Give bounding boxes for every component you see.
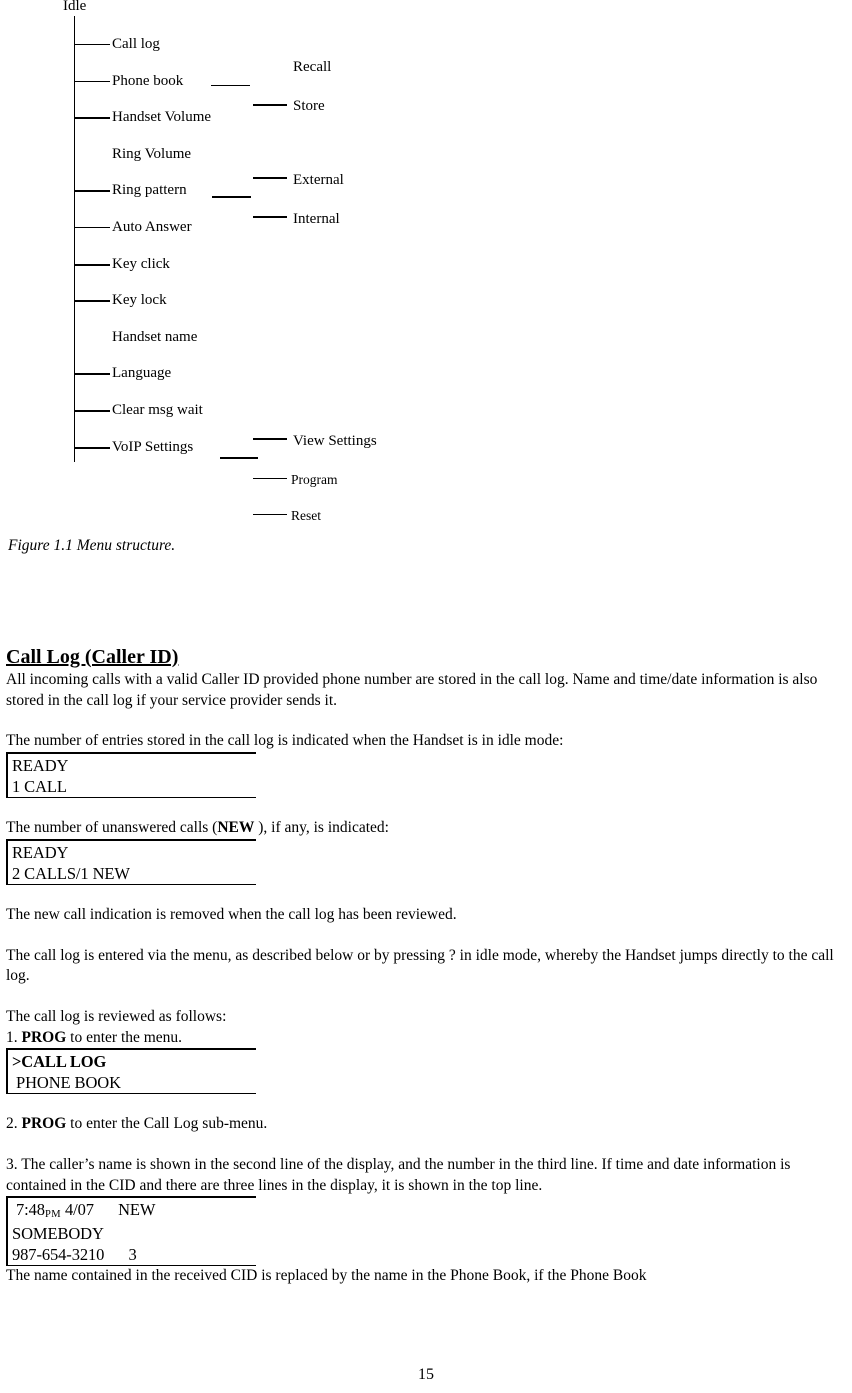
tree-branch-connector — [75, 227, 110, 228]
tree-subitem-reset: Reset — [291, 508, 321, 523]
tree-root-label: Idle — [63, 0, 87, 14]
tree-branch-connector — [75, 410, 110, 412]
cid-number: 987-654-3210 — [12, 1245, 105, 1265]
tree-subbranch-connector — [253, 104, 287, 106]
tree-subbranch-connector — [253, 514, 287, 515]
lcd-line-2: 1 CALL — [12, 777, 67, 797]
lcd-line-1: READY — [12, 842, 69, 862]
cid-index: 3 — [128, 1245, 137, 1265]
tree-subitem-program: Program — [291, 472, 338, 487]
unanswered-lead-text: The number of unanswered calls (NEW ), i… — [6, 818, 852, 839]
new-keyword: NEW — [217, 819, 255, 837]
tree-item-key-lock: Key lock — [112, 292, 167, 309]
entries-lead-text: The number of entries stored in the call… — [6, 732, 564, 750]
tree-subbranch-connector — [253, 216, 287, 218]
step-2-text: 2. PROG to enter the Call Log sub-menu. — [6, 1114, 852, 1135]
tree-item-key-click: Key click — [112, 255, 170, 272]
tree-subbranch-connector — [253, 438, 287, 440]
tree-branch-connector — [75, 300, 110, 303]
closing-paragraph: The name contained in the received CID i… — [6, 1267, 647, 1285]
lcd-line-2: PHONE BOOK — [12, 1073, 121, 1093]
article-body: Call Log (Caller ID) All incoming calls … — [6, 646, 852, 1287]
tree-branch-connector — [75, 117, 110, 120]
step-2-rest: to enter the Call Log sub-menu. — [66, 1115, 268, 1133]
cid-ampm: PM — [44, 1209, 61, 1221]
tree-parent-stub-ring-pattern — [212, 196, 251, 198]
unanswered-lead-b: ), if any, is indicated: — [254, 819, 389, 837]
tree-item-phone-book: Phone book — [112, 72, 184, 89]
tree-item-ring-pattern: Ring pattern — [112, 182, 187, 199]
lcd-display-menu: >CALL LOG PHONE BOOK — [6, 1048, 256, 1095]
tree-subbranch-connector — [253, 478, 287, 479]
lcd-line-1: >CALL LOG — [12, 1052, 107, 1072]
tree-branch-connector — [75, 44, 110, 45]
tree-item-clear-msg-wait: Clear msg wait — [112, 402, 203, 418]
lcd-display-entries: READY 1 CALL — [6, 752, 256, 799]
prog-keyword: PROG — [21, 1028, 67, 1046]
lcd-display-cid: 7:48PM 4/07 NEW SOMEBODY 987-654-3210 3 — [6, 1196, 256, 1267]
entered-via-menu-text: The call log is entered via the menu, as… — [6, 946, 834, 985]
tree-item-handset-name: Handset name — [112, 328, 198, 345]
tree-subitem-view-settings: View Settings — [293, 433, 377, 449]
tree-branch-connector — [75, 80, 110, 82]
tree-branch-connector — [75, 446, 110, 449]
cid-line3-gap — [104, 1245, 128, 1264]
lcd-line-2: SOMEBODY — [12, 1224, 104, 1244]
tree-parent-stub-phone-book — [211, 85, 250, 86]
step-1-rest: to enter the menu. — [66, 1028, 183, 1046]
tree-item-ring-volume: Ring Volume — [112, 145, 192, 162]
page-number: 15 — [418, 1366, 434, 1383]
prog-keyword: PROG — [21, 1115, 67, 1133]
tree-item-call-log: Call log — [112, 36, 160, 52]
tree-trunk-line — [74, 16, 75, 462]
tree-item-language: Language — [112, 365, 172, 382]
lcd-display-unanswered: READY 2 CALLS/1 NEW — [6, 838, 256, 885]
cid-gap — [94, 1200, 118, 1219]
reviewed-lead-text: The call log is reviewed as follows: — [6, 1007, 227, 1025]
removed-note-text: The new call indication is removed when … — [6, 905, 457, 923]
tree-subitem-store: Store — [293, 98, 325, 114]
page-title: Call Log (Caller ID) — [6, 646, 179, 668]
figure-caption: Figure 1.1 Menu structure. — [8, 537, 176, 554]
tree-parent-stub-voip-settings — [220, 457, 258, 459]
tree-item-handset-volume: Handset Volume — [112, 109, 212, 126]
cid-new-flag: NEW — [118, 1200, 156, 1220]
tree-branch-connector — [75, 263, 110, 266]
tree-item-voip-settings: VoIP Settings — [112, 438, 194, 455]
tree-subitem-internal: Internal — [293, 211, 340, 227]
step-1-text: 1. PROG to enter the menu. — [6, 1028, 852, 1049]
lcd-line-1: 7:48PM 4/07 NEW — [12, 1199, 256, 1223]
lcd-line-3: 987-654-3210 3 — [12, 1244, 256, 1265]
step-3-text: 3. The caller’s name is shown in the sec… — [6, 1156, 791, 1194]
lcd-line-1: READY — [12, 756, 69, 776]
cid-date: 4/07 — [60, 1200, 94, 1220]
tree-subbranch-connector — [253, 177, 287, 179]
tree-subitem-external: External — [293, 172, 344, 188]
intro-paragraph: All incoming calls with a valid Caller I… — [6, 671, 818, 709]
lcd-line-2: 2 CALLS/1 NEW — [12, 863, 130, 883]
tree-branch-connector — [75, 373, 110, 376]
step-2-number: 2. — [6, 1115, 22, 1133]
menu-structure-figure: Idle Call log Phone book Handset Volume Rin… — [0, 0, 852, 530]
tree-item-auto-answer: Auto Answer — [112, 219, 192, 235]
unanswered-lead-a: The number of unanswered calls ( — [6, 819, 218, 837]
cid-time: 7:48 — [12, 1200, 45, 1220]
step-1-number: 1. — [6, 1028, 22, 1046]
tree-subitem-recall: Recall — [293, 59, 332, 75]
tree-branch-connector — [75, 190, 110, 193]
